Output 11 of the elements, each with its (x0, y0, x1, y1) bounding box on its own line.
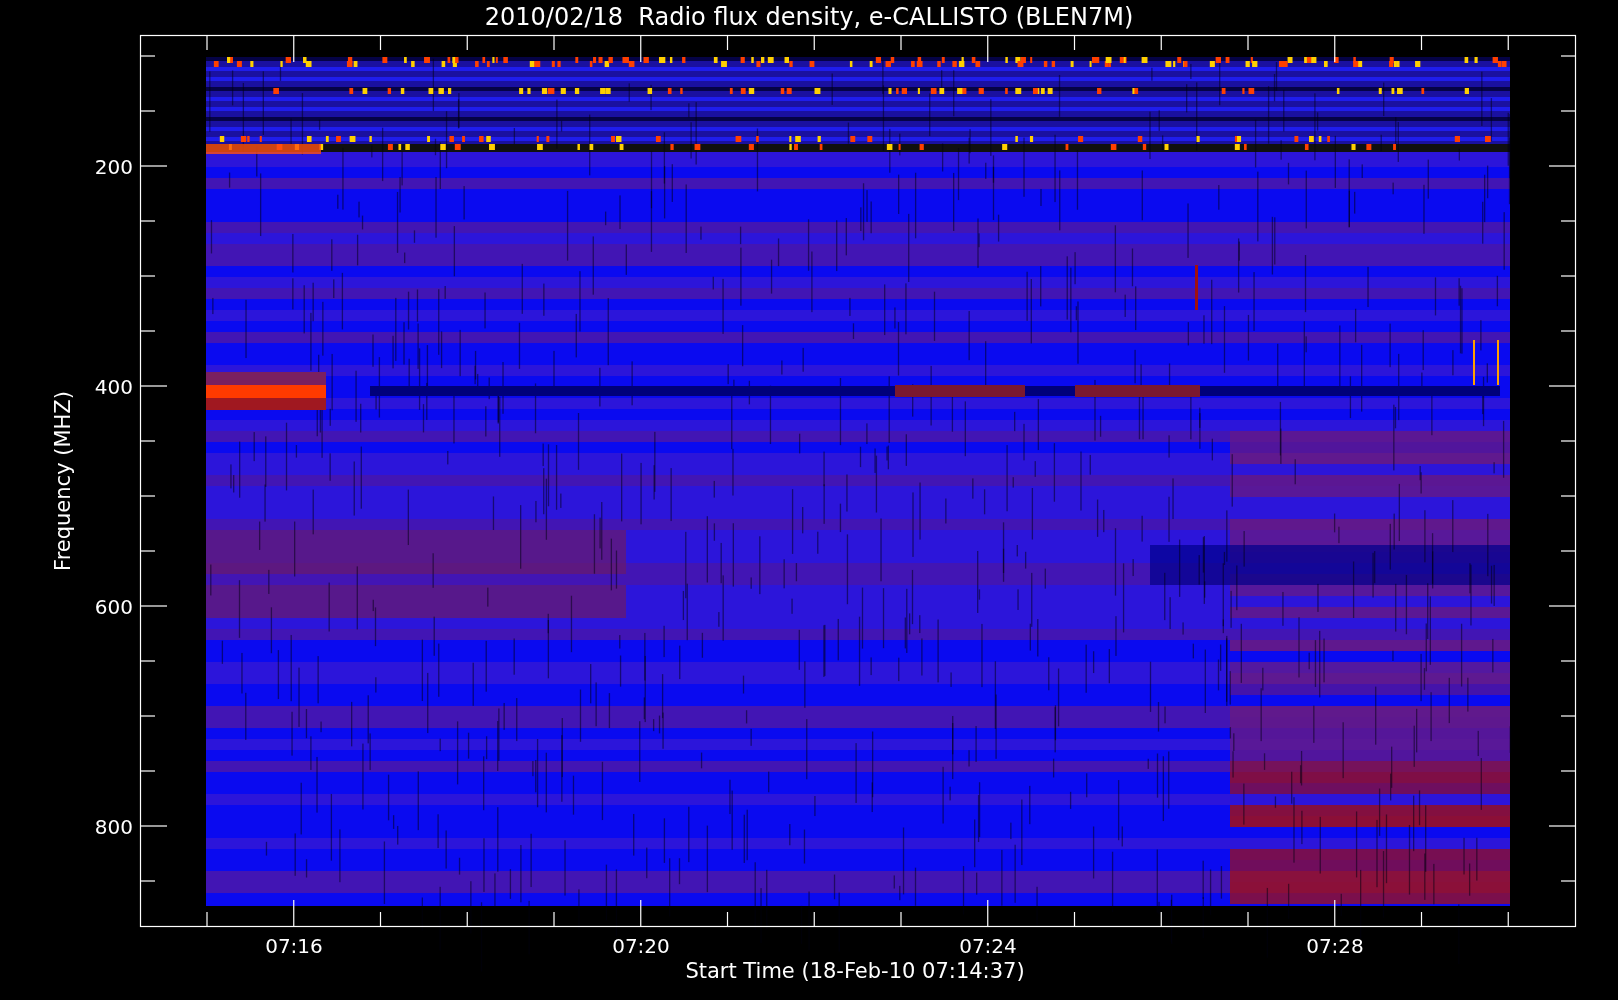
x-axis-label: Start Time (18-Feb-10 07:14:37) (685, 959, 1025, 983)
y-axis-label: Frequency (MHZ) (51, 391, 75, 571)
y-tick-label: 800 (94, 815, 133, 839)
x-tick-label: 07:16 (265, 934, 323, 958)
x-tick-label: 07:28 (1306, 934, 1364, 958)
y-tick-label: 600 (94, 595, 133, 619)
plot-title: 2010/02/18 Radio flux density, e-CALLISTO (BLEN7M) (484, 3, 1134, 31)
y-tick-label: 200 (94, 155, 133, 179)
y-tick-label: 400 (94, 375, 133, 399)
x-tick-label: 07:20 (612, 934, 670, 958)
x-tick-label: 07:24 (959, 934, 1017, 958)
